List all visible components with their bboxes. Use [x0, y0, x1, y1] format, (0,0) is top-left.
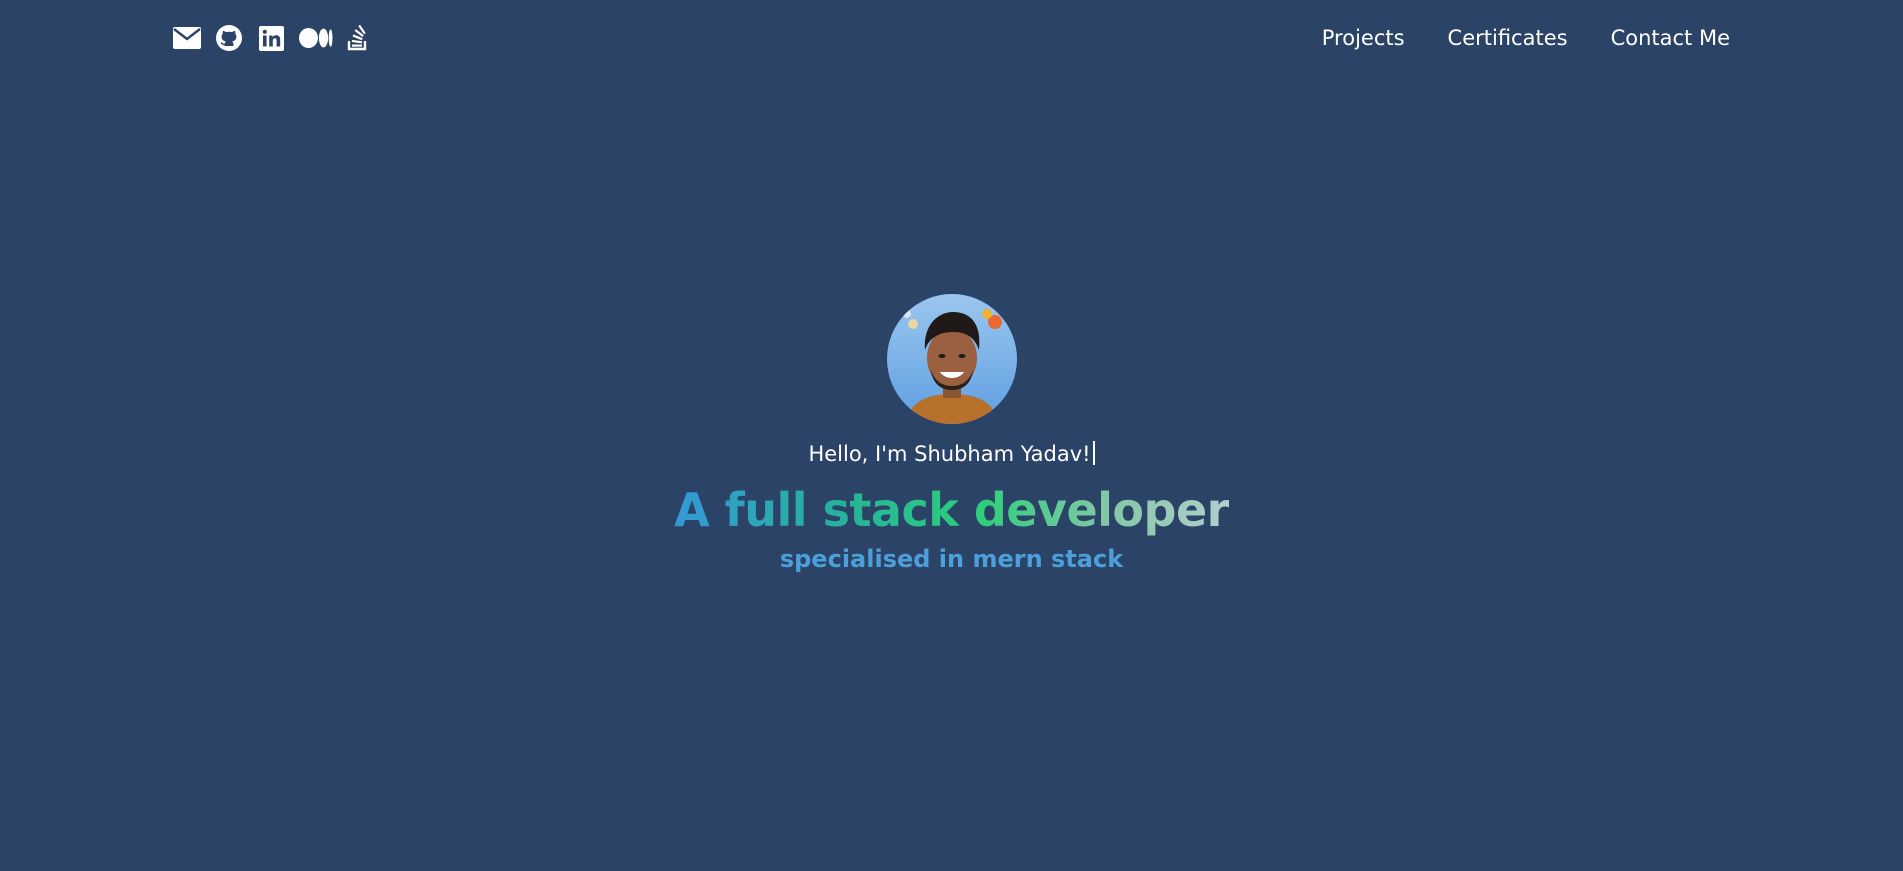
hero-section: Hello, I'm Shubham Yadav! A full stack d… — [0, 294, 1903, 574]
nav-contact-link[interactable]: Contact Me — [1611, 24, 1730, 52]
email-link[interactable] — [173, 24, 201, 52]
nav-projects-link[interactable]: Projects — [1322, 24, 1405, 52]
linkedin-icon — [258, 25, 284, 51]
main-nav: Projects Certificates Contact Me — [1322, 24, 1730, 52]
top-navbar: Projects Certificates Contact Me — [0, 20, 1903, 56]
social-links — [173, 24, 369, 52]
profile-avatar — [886, 294, 1017, 424]
medium-icon — [299, 28, 333, 48]
stackoverflow-link[interactable] — [347, 24, 369, 52]
github-icon — [216, 25, 242, 51]
medium-link[interactable] — [299, 24, 333, 52]
headline: A full stack developer — [674, 483, 1229, 537]
nav-certificates-link[interactable]: Certificates — [1448, 24, 1568, 52]
profile-photo — [886, 294, 1017, 424]
portfolio-page: Projects Certificates Contact Me Hello, … — [0, 0, 1903, 871]
envelope-icon — [173, 27, 201, 49]
subheadline: specialised in mern stack — [779, 545, 1124, 573]
github-link[interactable] — [215, 24, 243, 52]
typing-caret — [1092, 441, 1095, 465]
linkedin-link[interactable] — [257, 24, 285, 52]
stackoverflow-icon — [347, 25, 367, 51]
greeting-label: Hello, I'm Shubham Yadav! — [808, 442, 1091, 466]
greeting-text: Hello, I'm Shubham Yadav! — [808, 440, 1095, 468]
